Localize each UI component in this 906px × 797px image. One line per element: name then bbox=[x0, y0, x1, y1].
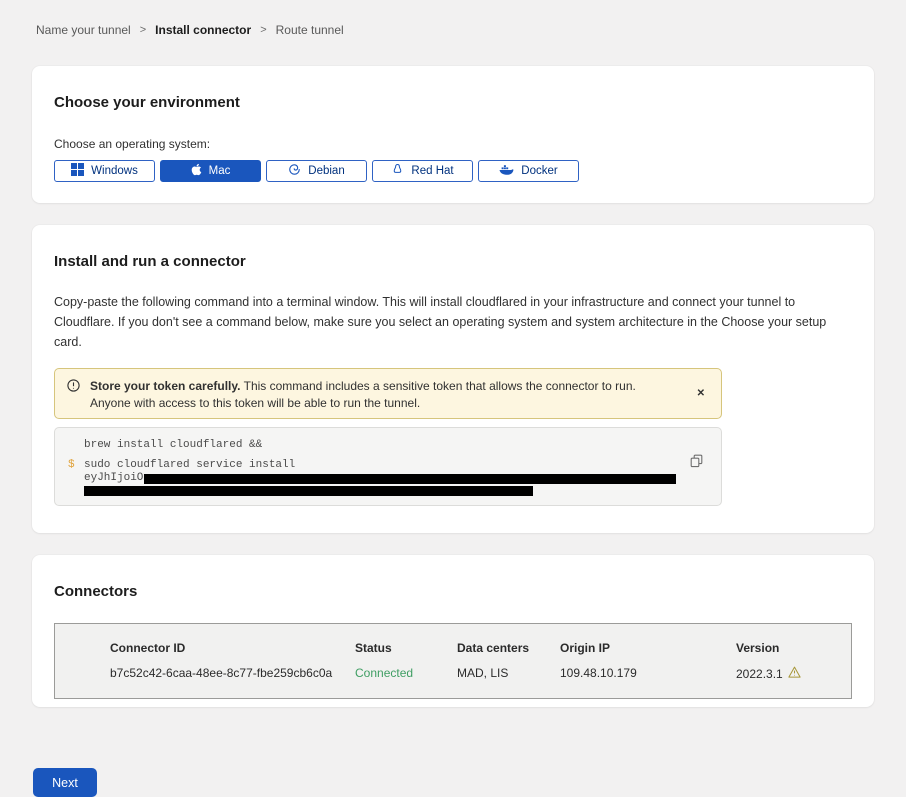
origin-ip-value: 109.48.10.179 bbox=[560, 666, 736, 681]
column-header-version: Version bbox=[736, 641, 841, 655]
connector-id-value: b7c52c42-6caa-48ee-8c77-fbe259cb6c0a bbox=[110, 666, 355, 681]
breadcrumb-install-connector[interactable]: Install connector bbox=[155, 23, 251, 37]
copy-icon[interactable] bbox=[690, 454, 703, 468]
os-button-label: Mac bbox=[209, 165, 231, 177]
apple-icon bbox=[191, 163, 202, 179]
redacted-token-bar bbox=[84, 486, 533, 496]
connectors-card-title: Connectors bbox=[54, 583, 852, 600]
close-icon[interactable]: ✕ bbox=[693, 386, 709, 401]
info-circle-icon bbox=[67, 379, 80, 397]
environment-card-title: Choose your environment bbox=[54, 94, 852, 111]
connectors-table: Connector ID Status Data centers Origin … bbox=[54, 623, 852, 699]
warning-text: Store your token carefully. This command… bbox=[90, 375, 650, 412]
warning-triangle-icon bbox=[788, 666, 801, 681]
os-select-label: Choose an operating system: bbox=[54, 137, 852, 151]
shell-prompt: $ bbox=[68, 459, 75, 472]
os-button-docker[interactable]: Docker bbox=[478, 160, 579, 182]
breadcrumb-separator: > bbox=[260, 24, 266, 36]
token-line: eyJhIjoiO bbox=[84, 473, 681, 484]
redacted-token-bar bbox=[144, 474, 676, 484]
os-button-redhat[interactable]: Red Hat bbox=[372, 160, 473, 182]
install-card-title: Install and run a connector bbox=[54, 253, 852, 270]
os-button-mac[interactable]: Mac bbox=[160, 160, 261, 182]
os-button-label: Windows bbox=[91, 165, 138, 177]
breadcrumb: Name your tunnel > Install connector > R… bbox=[36, 23, 874, 37]
tunnel-setup-page: Name your tunnel > Install connector > R… bbox=[0, 0, 906, 797]
column-header-origin-ip: Origin IP bbox=[560, 641, 736, 655]
connector-status-value: Connected bbox=[355, 666, 457, 681]
os-button-label: Debian bbox=[308, 165, 344, 177]
command-line-2: sudo cloudflared service install bbox=[84, 459, 681, 472]
choose-environment-card: Choose your environment Choose an operat… bbox=[32, 66, 874, 203]
docker-icon bbox=[499, 164, 514, 179]
redhat-icon bbox=[391, 163, 404, 179]
os-button-group: Windows Mac Debian Red Hat bbox=[54, 160, 852, 182]
column-header-connector-id: Connector ID bbox=[110, 641, 355, 655]
column-header-data-centers: Data centers bbox=[457, 641, 560, 655]
data-centers-value: MAD, LIS bbox=[457, 666, 560, 681]
next-button[interactable]: Next bbox=[33, 768, 97, 797]
breadcrumb-route-tunnel[interactable]: Route tunnel bbox=[276, 23, 344, 37]
version-number: 2022.3.1 bbox=[736, 667, 783, 681]
command-code-block: $ brew install cloudflared && sudo cloud… bbox=[54, 427, 722, 506]
install-instructions: Copy-paste the following command into a … bbox=[54, 292, 852, 352]
os-button-label: Red Hat bbox=[411, 165, 453, 177]
version-value: 2022.3.1 bbox=[736, 666, 841, 681]
os-button-debian[interactable]: Debian bbox=[266, 160, 367, 182]
token-prefix: eyJhIjoiO bbox=[84, 472, 143, 485]
breadcrumb-name-your-tunnel[interactable]: Name your tunnel bbox=[36, 23, 131, 37]
warning-title: Store your token carefully. bbox=[90, 379, 241, 393]
os-button-windows[interactable]: Windows bbox=[54, 160, 155, 182]
install-connector-card: Install and run a connector Copy-paste t… bbox=[32, 225, 874, 533]
column-header-status: Status bbox=[355, 641, 457, 655]
connectors-card: Connectors Connector ID Status Data cent… bbox=[32, 555, 874, 707]
command-line-1: brew install cloudflared && bbox=[84, 439, 681, 452]
token-warning-banner: Store your token carefully. This command… bbox=[54, 368, 722, 419]
windows-icon bbox=[71, 163, 84, 179]
os-button-label: Docker bbox=[521, 165, 557, 177]
debian-icon bbox=[288, 163, 301, 179]
breadcrumb-separator: > bbox=[140, 24, 146, 36]
